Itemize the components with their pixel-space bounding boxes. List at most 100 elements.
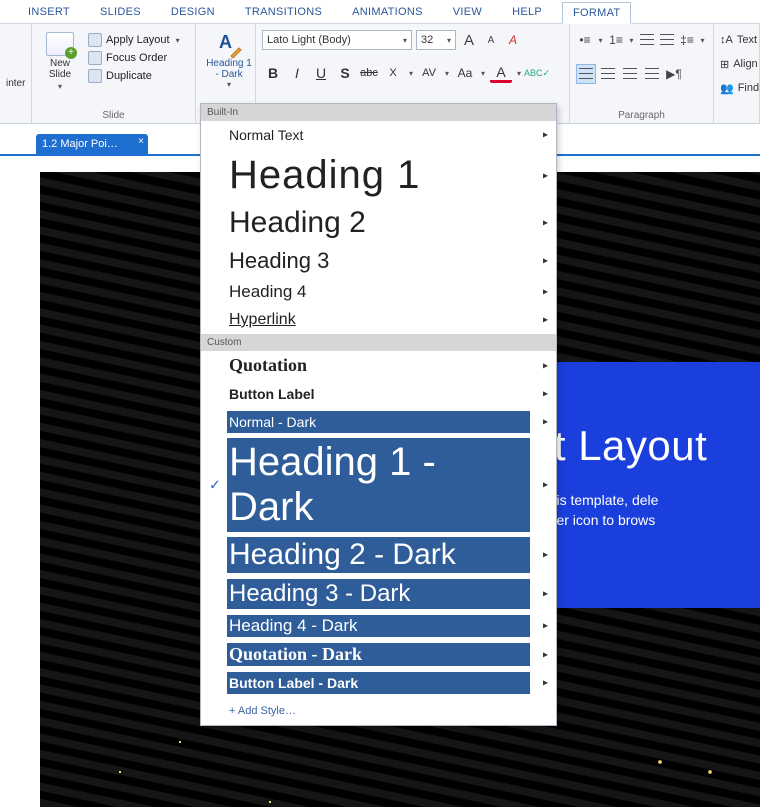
slide-tab[interactable]: 1.2 Major Poi… × [36,134,148,154]
font-size-select[interactable]: 32 ▾ [416,30,456,50]
style-option[interactable]: Normal Text ▸ [201,121,556,149]
chevron-right-icon[interactable]: ▸ [543,550,548,561]
chevron-down-icon[interactable]: ▾ [514,69,524,78]
chevron-right-icon[interactable]: ▸ [543,589,548,600]
chevron-down-icon[interactable]: ▾ [406,69,416,78]
apply-layout-button[interactable]: Apply Layout ▾ [84,32,184,48]
clear-format-button[interactable]: A [504,31,522,49]
tab-slides[interactable]: SLIDES [90,2,151,22]
tab-view[interactable]: VIEW [443,2,492,22]
superscript-button[interactable]: X [382,62,404,84]
chevron-right-icon[interactable]: ▸ [543,649,548,660]
text-style-dropdown-panel: Built-In Normal Text▸Heading 1▸Heading 2… [200,103,557,726]
text-direction-button[interactable]: ↕AText [720,28,753,52]
tab-help[interactable]: HELP [502,2,552,22]
focus-order-button[interactable]: Focus Order [84,50,184,66]
numbering-button[interactable]: 1≡ [607,30,625,50]
tab-transitions[interactable]: TRANSITIONS [235,2,332,22]
style-option[interactable]: ✓Heading 1 - Dark▸ [201,436,556,534]
align-left-button[interactable] [576,64,596,84]
chevron-right-icon[interactable]: ▸ [543,417,548,428]
case-button[interactable]: Aa [454,62,476,84]
partial-label: inter [6,28,25,89]
style-option[interactable]: Button Label▸ [201,380,556,408]
font-color-button[interactable]: A [490,64,512,83]
style-option[interactable]: Heading 3 - Dark▸ [201,576,556,612]
align-center-button[interactable] [598,64,618,84]
add-style-button[interactable]: + Add Style… [201,697,556,725]
style-option[interactable]: Hyperlink ▸ [201,306,556,334]
overlay-title: nt Layout [530,422,750,470]
style-option[interactable]: Quotation - Dark▸ [201,640,556,669]
dropdown-header-custom: Custom [201,334,556,351]
style-option[interactable]: Heading 1▸ [201,149,556,202]
tab-format[interactable]: FORMAT [562,2,631,24]
apply-layout-label: Apply Layout [106,34,170,46]
layout-icon [88,33,102,47]
text-style-dropdown[interactable]: Heading 1 - Dark ▾ [202,28,256,89]
style-option[interactable]: Normal - Dark▸ [201,408,556,436]
shrink-font-button[interactable]: A [482,31,500,49]
style-option[interactable]: Button Label - Dark▸ [201,669,556,697]
style-option[interactable]: Heading 3 ▸ [201,244,556,278]
new-slide-button[interactable]: + New Slide ▾ [38,28,82,95]
style-option-label: Heading 4 - Dark [229,616,358,636]
duplicate-icon [88,69,102,83]
duplicate-button[interactable]: Duplicate [84,68,184,84]
tab-insert[interactable]: INSERT [18,2,80,22]
focus-order-label: Focus Order [106,52,167,64]
chevron-right-icon[interactable]: ▸ [543,130,548,141]
group-label-slide: Slide [38,108,189,121]
chevron-right-icon[interactable]: ▸ [543,621,548,632]
align-objects-button[interactable]: ⊞Align [720,52,753,76]
chevron-down-icon[interactable]: ▾ [627,36,636,45]
direction-button[interactable]: ▶¶ [664,64,684,84]
chevron-right-icon[interactable]: ▸ [543,256,548,267]
chevron-right-icon[interactable]: ▸ [543,389,548,400]
chevron-right-icon[interactable]: ▸ [543,480,548,491]
group-label-paragraph: Paragraph [576,108,707,121]
style-option-label: Hyperlink [229,311,296,329]
font-name-select[interactable]: Lato Light (Body) ▾ [262,30,412,50]
underline-button[interactable]: U [310,62,332,84]
style-option[interactable]: Heading 4▸ [201,278,556,306]
chevron-down-icon[interactable]: ▾ [442,69,452,78]
spacing-button[interactable]: AV [418,62,440,84]
justify-button[interactable] [642,64,662,84]
tab-design[interactable]: DESIGN [161,2,225,22]
focus-icon [88,51,102,65]
bullets-button[interactable]: •≡ [576,30,594,50]
style-option[interactable]: Heading 4 - Dark ▸ [201,612,556,640]
chevron-down-icon[interactable]: ▾ [698,36,707,45]
style-option[interactable]: Quotation▸ [201,351,556,380]
find-button[interactable]: 👥Find [720,76,753,100]
style-option-label: Normal Text [229,127,303,143]
style-option[interactable]: Heading 2▸ [201,202,556,244]
duplicate-label: Duplicate [106,70,152,82]
chevron-down-icon[interactable]: ▾ [478,69,488,78]
line-spacing-button[interactable]: ‡≡ [678,30,696,50]
chevron-right-icon[interactable]: ▸ [543,315,548,326]
chevron-down-icon[interactable]: ▾ [596,36,605,45]
ribbon-group-partial: inter [0,24,32,123]
grow-font-button[interactable]: A [460,31,478,49]
style-option[interactable]: Heading 2 - Dark▸ [201,534,556,576]
chevron-right-icon[interactable]: ▸ [543,170,548,181]
bold-button[interactable]: B [262,62,284,84]
chevron-right-icon[interactable]: ▸ [543,678,548,689]
chevron-right-icon[interactable]: ▸ [543,287,548,298]
close-icon[interactable]: × [138,136,144,147]
chevron-right-icon[interactable]: ▸ [543,360,548,371]
chevron-right-icon[interactable]: ▸ [543,218,548,229]
tab-animations[interactable]: ANIMATIONS [342,2,433,22]
style-icon [215,32,243,56]
spellcheck-button[interactable]: ABC✓ [526,62,548,84]
align-right-button[interactable] [620,64,640,84]
italic-button[interactable]: I [286,62,308,84]
outdent-button[interactable] [638,30,656,50]
shadow-button[interactable]: S [334,62,356,84]
ribbon-group-right: ↕AText ⊞Align 👥Find [714,24,760,123]
indent-button[interactable] [658,30,676,50]
style-option-label: Heading 3 [229,248,329,274]
strike-button[interactable]: abc [358,62,380,84]
